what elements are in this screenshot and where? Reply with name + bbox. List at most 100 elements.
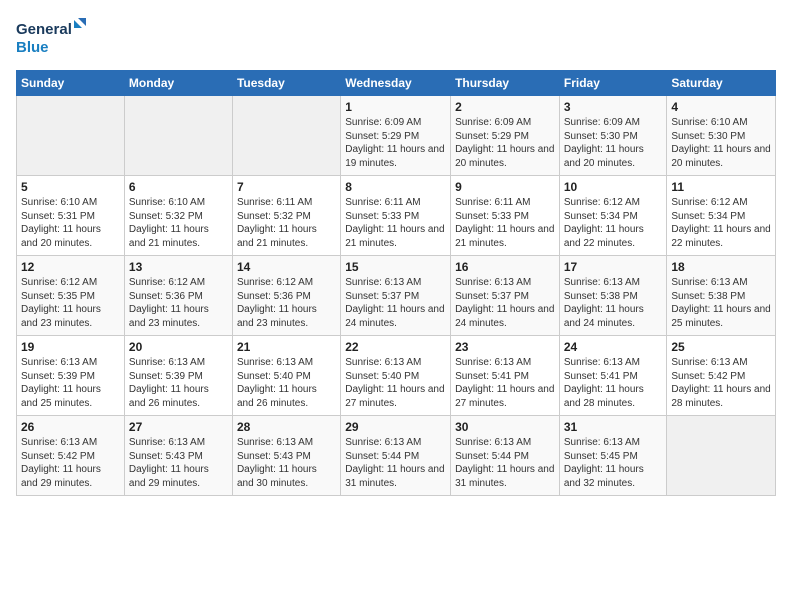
- day-info: Sunrise: 6:13 AM Sunset: 5:40 PM Dayligh…: [237, 356, 336, 410]
- day-number: 17: [564, 260, 663, 274]
- calendar-week-row: 19 Sunrise: 6:13 AM Sunset: 5:39 PM Dayli…: [17, 336, 776, 416]
- weekday-header-saturday: Saturday: [667, 71, 776, 96]
- calendar-cell: 13 Sunrise: 6:12 AM Sunset: 5:36 PM Dayli…: [124, 256, 232, 336]
- day-info: Sunrise: 6:13 AM Sunset: 5:39 PM Dayligh…: [21, 356, 120, 410]
- day-info: Sunrise: 6:13 AM Sunset: 5:38 PM Dayligh…: [671, 276, 771, 330]
- logo: General Blue: [16, 16, 86, 60]
- svg-text:Blue: Blue: [16, 39, 49, 56]
- calendar-cell: 4 Sunrise: 6:10 AM Sunset: 5:30 PM Daylig…: [667, 96, 776, 176]
- day-number: 5: [21, 180, 120, 194]
- day-number: 10: [564, 180, 663, 194]
- day-number: 28: [237, 420, 336, 434]
- day-number: 6: [129, 180, 228, 194]
- day-info: Sunrise: 6:13 AM Sunset: 5:44 PM Dayligh…: [455, 436, 555, 490]
- calendar-cell: 29 Sunrise: 6:13 AM Sunset: 5:44 PM Dayli…: [341, 416, 451, 496]
- calendar-cell: [667, 416, 776, 496]
- day-info: Sunrise: 6:13 AM Sunset: 5:44 PM Dayligh…: [345, 436, 446, 490]
- day-info: Sunrise: 6:11 AM Sunset: 5:32 PM Dayligh…: [237, 196, 336, 250]
- day-number: 19: [21, 340, 120, 354]
- day-number: 21: [237, 340, 336, 354]
- calendar-week-row: 12 Sunrise: 6:12 AM Sunset: 5:35 PM Dayli…: [17, 256, 776, 336]
- day-number: 12: [21, 260, 120, 274]
- calendar-cell: 9 Sunrise: 6:11 AM Sunset: 5:33 PM Daylig…: [451, 176, 560, 256]
- calendar-cell: 5 Sunrise: 6:10 AM Sunset: 5:31 PM Daylig…: [17, 176, 125, 256]
- calendar-cell: 2Sunrise: 6:09 AM Sunset: 5:29 PM Daylig…: [451, 96, 560, 176]
- day-info: Sunrise: 6:13 AM Sunset: 5:40 PM Dayligh…: [345, 356, 446, 410]
- weekday-header-thursday: Thursday: [451, 71, 560, 96]
- day-info: Sunrise: 6:12 AM Sunset: 5:34 PM Dayligh…: [671, 196, 771, 250]
- calendar-cell: 31 Sunrise: 6:13 AM Sunset: 5:45 PM Dayli…: [559, 416, 667, 496]
- day-number: 1: [345, 100, 446, 114]
- day-number: 9: [455, 180, 555, 194]
- weekday-header-sunday: Sunday: [17, 71, 125, 96]
- weekday-header-row: SundayMondayTuesdayWednesdayThursdayFrid…: [17, 71, 776, 96]
- day-info: Sunrise: 6:13 AM Sunset: 5:38 PM Dayligh…: [564, 276, 663, 330]
- day-number: 25: [671, 340, 771, 354]
- day-number: 16: [455, 260, 555, 274]
- day-number: 11: [671, 180, 771, 194]
- day-number: 30: [455, 420, 555, 434]
- calendar-cell: 11 Sunrise: 6:12 AM Sunset: 5:34 PM Dayli…: [667, 176, 776, 256]
- calendar-cell: 18 Sunrise: 6:13 AM Sunset: 5:38 PM Dayli…: [667, 256, 776, 336]
- day-info: Sunrise: 6:09 AM Sunset: 5:29 PM Dayligh…: [345, 116, 446, 170]
- day-number: 29: [345, 420, 446, 434]
- day-number: 31: [564, 420, 663, 434]
- calendar-week-row: 5 Sunrise: 6:10 AM Sunset: 5:31 PM Daylig…: [17, 176, 776, 256]
- day-info: Sunrise: 6:12 AM Sunset: 5:36 PM Dayligh…: [237, 276, 336, 330]
- day-info: Sunrise: 6:13 AM Sunset: 5:41 PM Dayligh…: [455, 356, 555, 410]
- weekday-header-tuesday: Tuesday: [232, 71, 340, 96]
- day-number: 26: [21, 420, 120, 434]
- calendar-cell: 22Sunrise: 6:13 AM Sunset: 5:40 PM Dayli…: [341, 336, 451, 416]
- day-info: Sunrise: 6:09 AM Sunset: 5:29 PM Dayligh…: [455, 116, 555, 170]
- calendar-cell: 15 Sunrise: 6:13 AM Sunset: 5:37 PM Dayli…: [341, 256, 451, 336]
- header: General Blue: [16, 16, 776, 60]
- page-container: General Blue SundayMondayTuesdayWednesda…: [0, 0, 792, 504]
- day-number: 24: [564, 340, 663, 354]
- calendar-cell: 28 Sunrise: 6:13 AM Sunset: 5:43 PM Dayli…: [232, 416, 340, 496]
- day-number: 7: [237, 180, 336, 194]
- calendar-cell: 27 Sunrise: 6:13 AM Sunset: 5:43 PM Dayli…: [124, 416, 232, 496]
- day-info: Sunrise: 6:13 AM Sunset: 5:37 PM Dayligh…: [345, 276, 446, 330]
- calendar-week-row: 26Sunrise: 6:13 AM Sunset: 5:42 PM Dayli…: [17, 416, 776, 496]
- calendar-cell: 21 Sunrise: 6:13 AM Sunset: 5:40 PM Dayli…: [232, 336, 340, 416]
- calendar-week-row: 1 Sunrise: 6:09 AM Sunset: 5:29 PM Daylig…: [17, 96, 776, 176]
- day-number: 13: [129, 260, 228, 274]
- calendar-cell: 14 Sunrise: 6:12 AM Sunset: 5:36 PM Dayli…: [232, 256, 340, 336]
- day-info: Sunrise: 6:10 AM Sunset: 5:31 PM Dayligh…: [21, 196, 120, 250]
- day-number: 8: [345, 180, 446, 194]
- day-number: 27: [129, 420, 228, 434]
- calendar-cell: [124, 96, 232, 176]
- day-number: 18: [671, 260, 771, 274]
- day-info: Sunrise: 6:10 AM Sunset: 5:30 PM Dayligh…: [671, 116, 771, 170]
- calendar-cell: 7 Sunrise: 6:11 AM Sunset: 5:32 PM Daylig…: [232, 176, 340, 256]
- day-info: Sunrise: 6:13 AM Sunset: 5:43 PM Dayligh…: [129, 436, 228, 490]
- day-number: 4: [671, 100, 771, 114]
- day-info: Sunrise: 6:11 AM Sunset: 5:33 PM Dayligh…: [455, 196, 555, 250]
- calendar-cell: 17 Sunrise: 6:13 AM Sunset: 5:38 PM Dayli…: [559, 256, 667, 336]
- day-info: Sunrise: 6:13 AM Sunset: 5:37 PM Dayligh…: [455, 276, 555, 330]
- day-info: Sunrise: 6:13 AM Sunset: 5:45 PM Dayligh…: [564, 436, 663, 490]
- calendar-cell: 20Sunrise: 6:13 AM Sunset: 5:39 PM Dayli…: [124, 336, 232, 416]
- day-info: Sunrise: 6:12 AM Sunset: 5:36 PM Dayligh…: [129, 276, 228, 330]
- day-info: Sunrise: 6:09 AM Sunset: 5:30 PM Dayligh…: [564, 116, 663, 170]
- day-info: Sunrise: 6:13 AM Sunset: 5:43 PM Dayligh…: [237, 436, 336, 490]
- day-info: Sunrise: 6:13 AM Sunset: 5:41 PM Dayligh…: [564, 356, 663, 410]
- day-number: 14: [237, 260, 336, 274]
- calendar-cell: 24 Sunrise: 6:13 AM Sunset: 5:41 PM Dayli…: [559, 336, 667, 416]
- day-info: Sunrise: 6:13 AM Sunset: 5:42 PM Dayligh…: [671, 356, 771, 410]
- day-info: Sunrise: 6:12 AM Sunset: 5:35 PM Dayligh…: [21, 276, 120, 330]
- weekday-header-friday: Friday: [559, 71, 667, 96]
- day-number: 15: [345, 260, 446, 274]
- day-info: Sunrise: 6:11 AM Sunset: 5:33 PM Dayligh…: [345, 196, 446, 250]
- calendar-cell: 26Sunrise: 6:13 AM Sunset: 5:42 PM Dayli…: [17, 416, 125, 496]
- day-info: Sunrise: 6:10 AM Sunset: 5:32 PM Dayligh…: [129, 196, 228, 250]
- calendar-cell: 23 Sunrise: 6:13 AM Sunset: 5:41 PM Dayli…: [451, 336, 560, 416]
- calendar-cell: 8 Sunrise: 6:11 AM Sunset: 5:33 PM Daylig…: [341, 176, 451, 256]
- calendar-cell: 10Sunrise: 6:12 AM Sunset: 5:34 PM Dayli…: [559, 176, 667, 256]
- calendar-cell: 19 Sunrise: 6:13 AM Sunset: 5:39 PM Dayli…: [17, 336, 125, 416]
- calendar-cell: 3Sunrise: 6:09 AM Sunset: 5:30 PM Daylig…: [559, 96, 667, 176]
- day-number: 23: [455, 340, 555, 354]
- calendar-cell: 6 Sunrise: 6:10 AM Sunset: 5:32 PM Daylig…: [124, 176, 232, 256]
- calendar-cell: 1 Sunrise: 6:09 AM Sunset: 5:29 PM Daylig…: [341, 96, 451, 176]
- calendar-cell: [17, 96, 125, 176]
